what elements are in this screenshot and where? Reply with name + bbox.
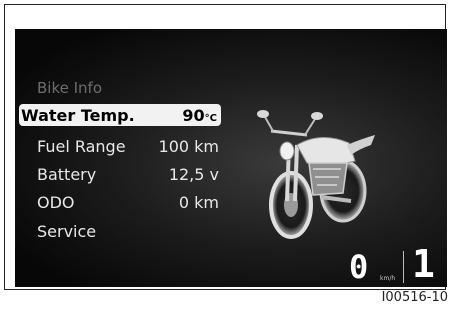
- menu-title: Bike Info: [37, 79, 102, 97]
- menu-item-value: 90°C: [182, 106, 217, 125]
- menu-item-value: 12,5 v: [168, 165, 219, 184]
- dashboard-screen: Bike Info Water Temp. 90°C Fuel Range 10…: [15, 29, 447, 287]
- gear-indicator: 1: [412, 242, 435, 286]
- speed-readout: 0: [349, 248, 369, 286]
- menu-item-label: Water Temp.: [21, 106, 135, 125]
- menu-item-value: 0 km: [178, 193, 219, 212]
- menu-item-label: Fuel Range: [37, 137, 126, 156]
- menu-item-odo[interactable]: ODO 0 km: [15, 191, 225, 213]
- figure-id: I00516-10: [381, 290, 448, 305]
- menu-item-battery[interactable]: Battery 12,5 v: [15, 163, 225, 185]
- gear-divider: [403, 251, 404, 283]
- menu-item-label: Service: [37, 222, 97, 241]
- speed-unit: km/h: [380, 275, 396, 282]
- menu-item-service[interactable]: Service: [15, 220, 225, 242]
- menu-item-water-temp[interactable]: Water Temp. 90°C: [19, 104, 221, 126]
- menu-item-label: Battery: [37, 165, 97, 184]
- motorcycle-icon: [257, 110, 375, 239]
- menu-item-label: ODO: [37, 193, 75, 212]
- menu-item-value: 100 km: [158, 137, 219, 156]
- menu-item-fuel-range[interactable]: Fuel Range 100 km: [15, 135, 225, 157]
